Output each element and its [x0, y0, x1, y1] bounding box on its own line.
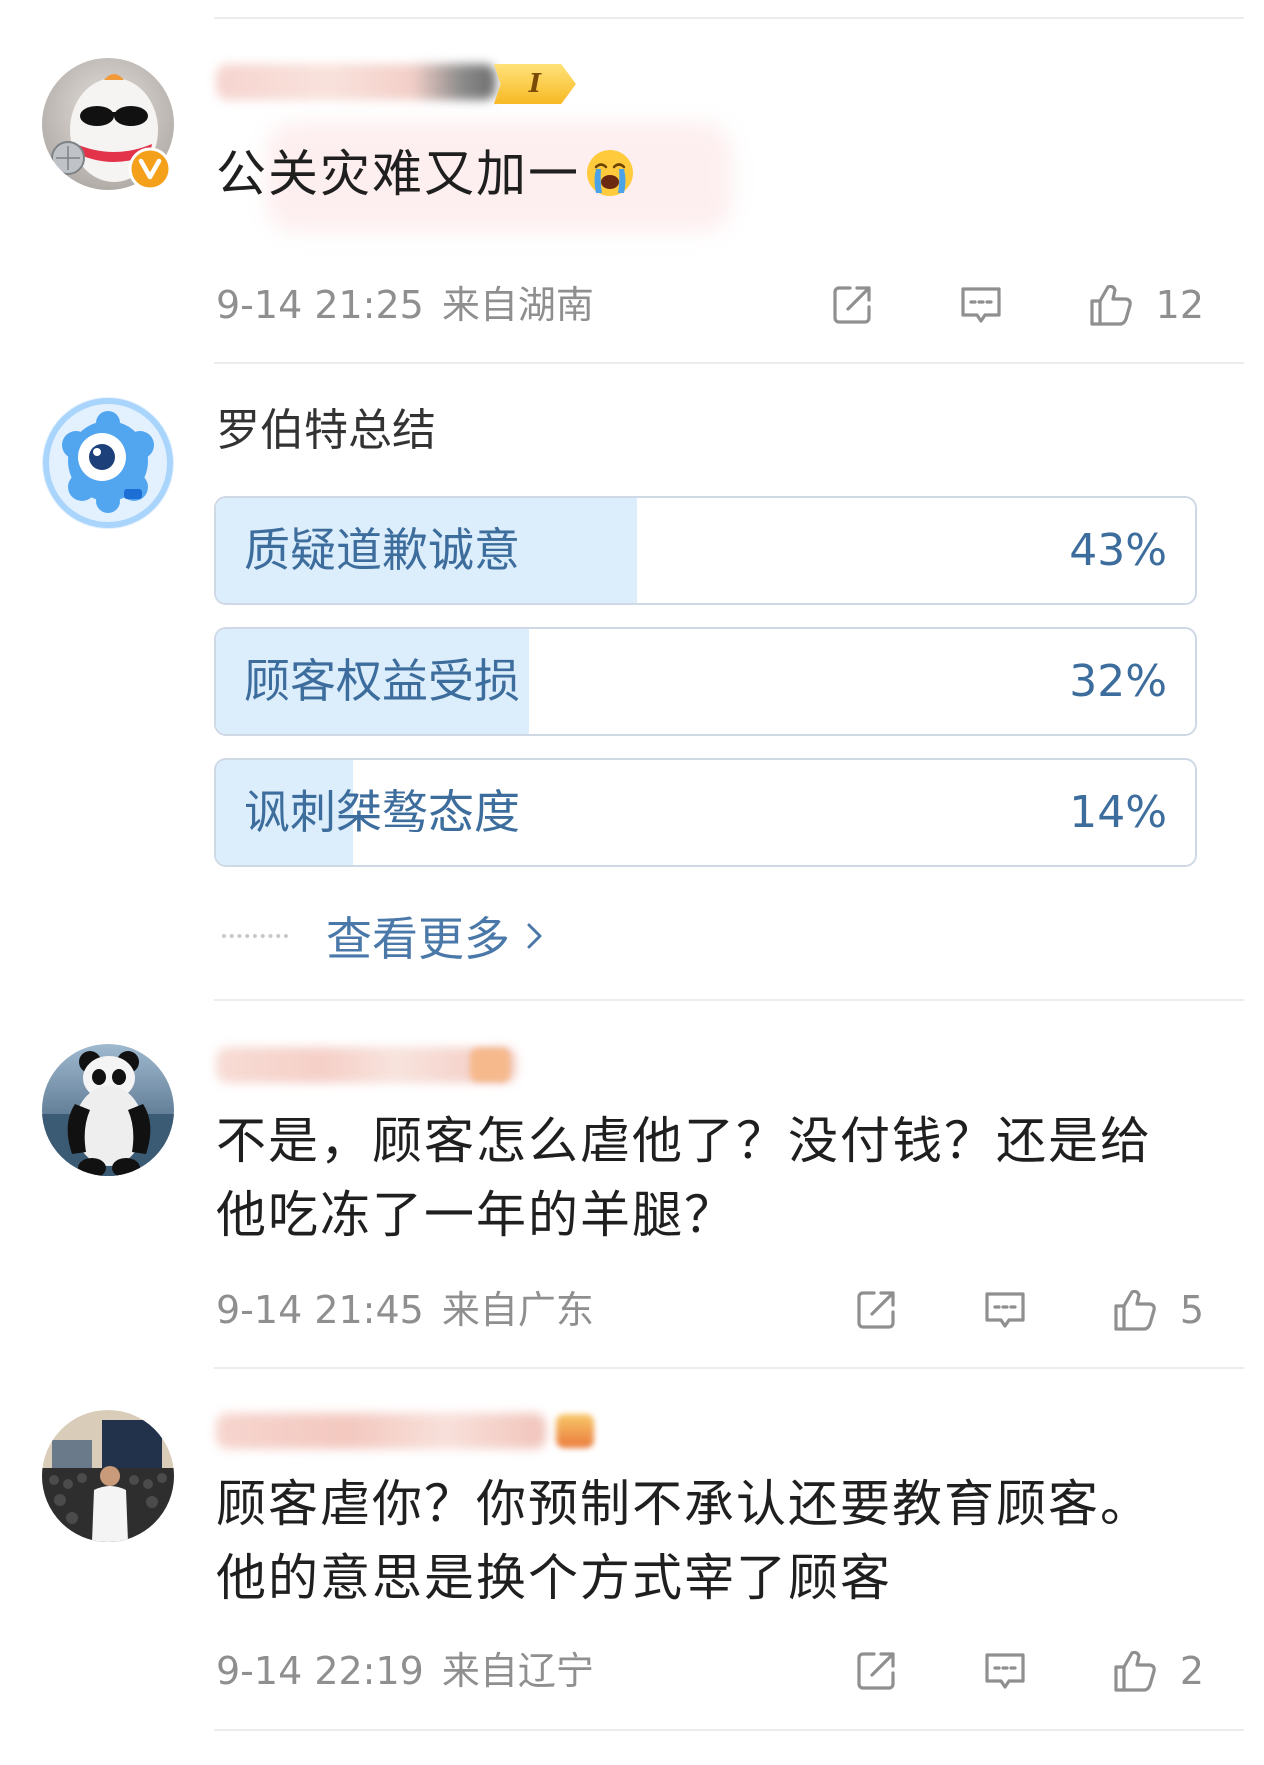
share-icon: [857, 1652, 895, 1690]
comment-actions: 12: [828, 279, 1204, 331]
location: 来自湖南: [441, 283, 594, 327]
comment-button[interactable]: [981, 1286, 1029, 1334]
poll-more-row: 查看更多: [222, 908, 546, 966]
share-button[interactable]: [852, 1286, 900, 1334]
poll-option-label: 质疑道歉诚意: [244, 523, 520, 577]
user-badge: [556, 1414, 594, 1448]
avatar[interactable]: [42, 397, 174, 529]
poll-option[interactable]: 讽刺桀骜态度 14%: [214, 758, 1197, 867]
comment-button[interactable]: [957, 281, 1005, 329]
comment-icon: [985, 1292, 1025, 1328]
timestamp: 9-14 21:25: [216, 283, 424, 327]
divider: [214, 362, 1244, 364]
poll-option-label: 讽刺桀骜态度: [244, 785, 520, 839]
comment-meta: 9-14 22:19 来自辽宁: [216, 1647, 594, 1695]
poll-option[interactable]: 顾客权益受损 32%: [214, 627, 1197, 736]
username-blurred[interactable]: [216, 64, 496, 100]
view-more-link[interactable]: 查看更多: [326, 903, 546, 969]
comment-button[interactable]: [981, 1647, 1029, 1695]
comment-text-content: 公关灾难又加一: [216, 145, 580, 203]
avatar[interactable]: [42, 1044, 174, 1176]
comment-meta: 9-14 21:25 来自湖南: [216, 281, 594, 329]
location: 来自广东: [441, 1288, 594, 1332]
comment-icon: [985, 1653, 1025, 1689]
timestamp: 9-14 22:19: [216, 1649, 424, 1693]
view-more-label: 查看更多: [326, 912, 510, 966]
share-icon: [833, 286, 871, 324]
dotted-divider: [222, 934, 288, 938]
like-count: 5: [1179, 1288, 1204, 1332]
location: 来自辽宁: [441, 1649, 594, 1693]
poll-option-percent: 43%: [1069, 525, 1167, 576]
divider: [214, 1367, 1244, 1369]
like-icon: [1114, 1650, 1156, 1692]
like-button[interactable]: 12: [1086, 281, 1204, 329]
level-badge: I: [494, 64, 576, 104]
poll-option[interactable]: 质疑道歉诚意 43%: [214, 496, 1197, 605]
poll-option-percent: 14%: [1069, 787, 1167, 838]
comment-icon: [961, 287, 1001, 323]
divider: [214, 17, 1244, 19]
divider: [214, 1729, 1244, 1731]
share-icon: [857, 1291, 895, 1329]
comment-text: 不是，顾客怎么虐他了？没付钱？还是给他吃冻了一年的羊腿？: [216, 1112, 1152, 1244]
username-blurred[interactable]: [216, 1413, 546, 1449]
poll-option-percent: 32%: [1069, 656, 1167, 707]
comment-meta: 9-14 21:45 来自广东: [216, 1286, 594, 1334]
poll-author[interactable]: 罗伯特总结: [216, 403, 436, 459]
like-button[interactable]: 2: [1110, 1647, 1204, 1695]
like-icon: [1090, 284, 1132, 326]
like-count: 12: [1155, 283, 1204, 327]
share-button[interactable]: [828, 281, 876, 329]
user-badge: [470, 1048, 510, 1082]
verified-badge-icon: [128, 147, 172, 191]
comment-text: 顾客虐你？你预制不承认还要教育顾客。他的意思是换个方式宰了顾客: [216, 1475, 1152, 1607]
like-icon: [1114, 1289, 1156, 1331]
loudly-crying-face-emoji: [584, 147, 636, 199]
timestamp: 9-14 21:45: [216, 1288, 424, 1332]
like-button[interactable]: 5: [1110, 1286, 1204, 1334]
poll-option-label: 顾客权益受损: [244, 654, 520, 708]
share-button[interactable]: [852, 1647, 900, 1695]
comment-actions: 2: [852, 1645, 1204, 1697]
chevron-right-icon: [527, 923, 542, 949]
comment-actions: 5: [852, 1284, 1204, 1336]
like-count: 2: [1179, 1649, 1204, 1693]
comment-text: 公关灾难又加一: [216, 137, 1176, 211]
avatar[interactable]: [42, 1410, 174, 1542]
divider: [214, 999, 1244, 1001]
